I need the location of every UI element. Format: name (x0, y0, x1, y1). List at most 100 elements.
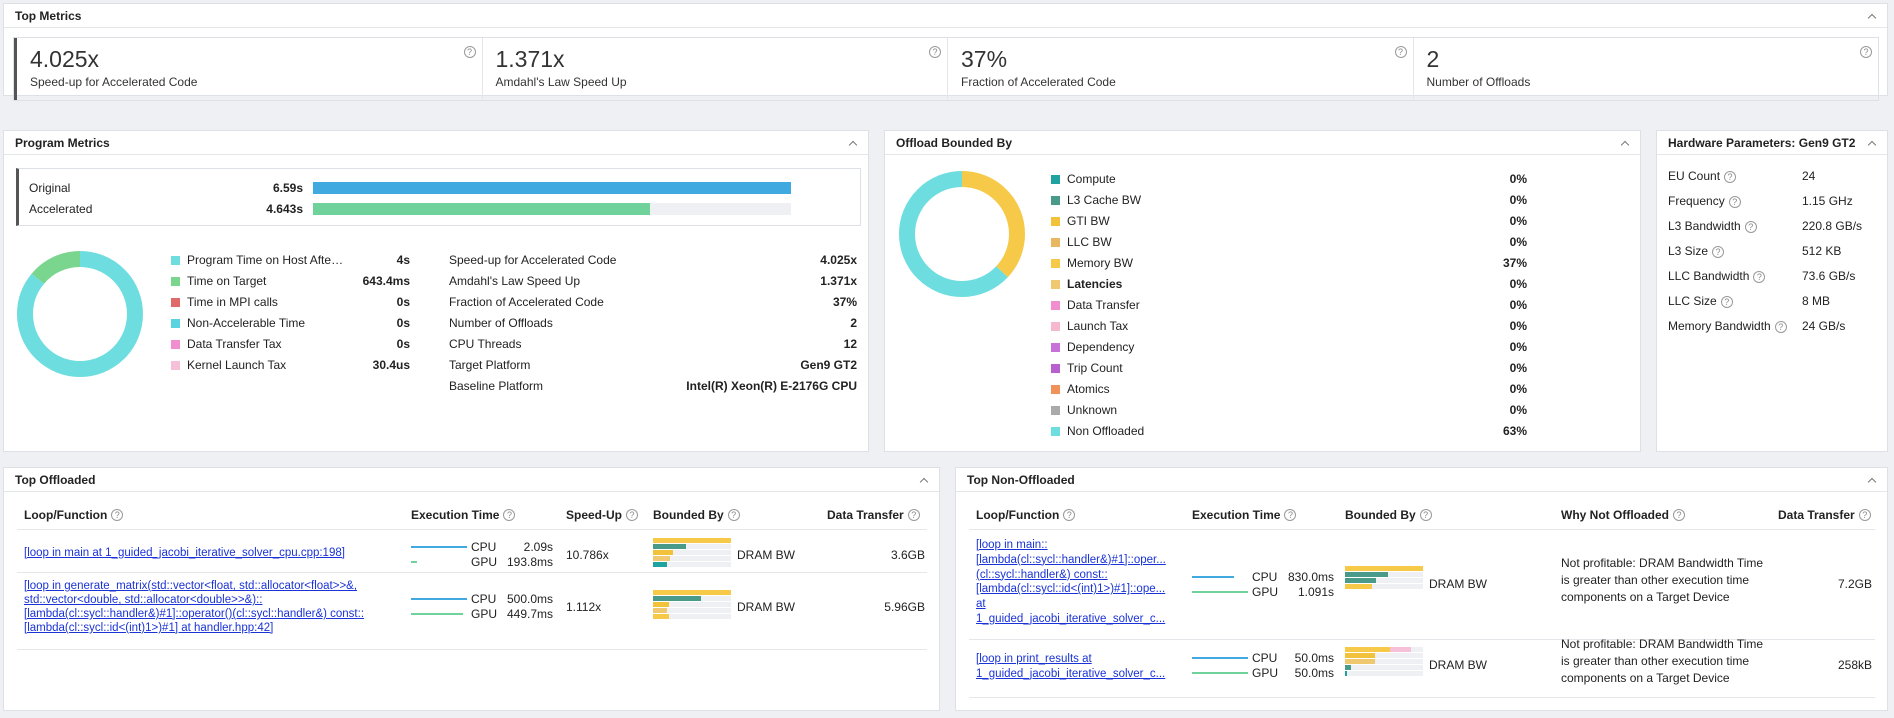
stat-row: Number of Offloads 2 (449, 315, 857, 331)
platform-label: CPU (1252, 570, 1278, 584)
help-icon[interactable]: ? (463, 46, 476, 58)
legend-swatch (1051, 363, 1060, 373)
stat-label: Fraction of Accelerated Code (449, 295, 604, 309)
collapse-chevron-icon[interactable] (848, 138, 858, 148)
bounded-item: Compute 0% (1051, 171, 1527, 187)
col-header-speedup[interactable]: Speed-Up? (566, 507, 639, 523)
legend-value: 0s (396, 316, 410, 330)
loop-function-link[interactable]: [loop in generate_matrix(std::vector<flo… (24, 579, 404, 635)
help-icon[interactable]: ? (1744, 220, 1757, 233)
legend-swatch (1051, 405, 1060, 415)
data-transfer-value: 258kB (1837, 658, 1872, 672)
legend-swatch (171, 297, 180, 307)
offload-bounded-panel: Offload Bounded By Compute 0% L3 Cache BW 0… (884, 130, 1641, 452)
hw-param-row: LLC Size? 8 MB (1668, 293, 1882, 309)
exec-time-gpu: GPU 1.091s (1192, 585, 1334, 599)
bounded-value: 0% (1509, 361, 1527, 375)
time-bar (1192, 657, 1248, 659)
bounded-label: L3 Cache BW (1067, 193, 1142, 207)
help-icon[interactable]: ? (1419, 509, 1432, 521)
hw-param-value: 73.6 GB/s (1802, 269, 1856, 283)
metric-card-amdahl: 1.371x Amdahl's Law Speed Up? (481, 38, 948, 100)
stat-label: Baseline Platform (449, 379, 544, 393)
bounded-item: Atomics 0% (1051, 381, 1527, 397)
bounded-value: 0% (1509, 382, 1527, 396)
help-icon[interactable]: ? (1728, 195, 1741, 208)
help-icon[interactable]: ? (1860, 46, 1872, 58)
col-header-loop[interactable]: Loop/Function? (976, 507, 1076, 523)
help-icon[interactable]: ? (727, 509, 740, 521)
loop-function-link[interactable]: [loop in print_results at 1_guided_jacobi… (976, 652, 1181, 682)
col-header-why[interactable]: Why Not Offloaded? (1561, 507, 1685, 523)
help-icon[interactable]: ? (1712, 245, 1725, 258)
legend-value: 643.4ms (362, 274, 410, 288)
stat-row: Baseline Platform Intel(R) Xeon(R) E-2176… (449, 378, 857, 394)
stat-row: Fraction of Accelerated Code 37% (449, 294, 857, 310)
help-icon[interactable]: ? (503, 509, 516, 521)
col-header-bounded[interactable]: Bounded By? (1345, 507, 1432, 523)
stat-label: Number of Offloads (449, 316, 553, 330)
offload-bounded-donut (899, 171, 1025, 297)
bounded-by-bars (653, 590, 731, 620)
help-icon[interactable]: ? (1720, 295, 1733, 308)
col-header-bounded[interactable]: Bounded By? (653, 507, 740, 523)
help-icon[interactable]: ? (111, 509, 124, 521)
program-time-donut (17, 251, 143, 377)
collapse-chevron-icon[interactable] (1620, 138, 1630, 148)
help-icon[interactable]: ? (1284, 509, 1297, 521)
stat-value: Gen9 GT2 (800, 358, 857, 372)
legend-item: Program Time on Host After A... 4s (171, 252, 410, 268)
hw-param-value: 1.15 GHz (1802, 194, 1853, 208)
collapse-chevron-icon[interactable] (919, 475, 929, 485)
loop-function-link[interactable]: [loop in main at 1_guided_jacobi_iterati… (24, 546, 404, 560)
hw-param-label: L3 Bandwidth? (1668, 219, 1802, 233)
help-icon[interactable]: ? (1673, 509, 1685, 521)
hw-param-value: 512 KB (1802, 244, 1842, 258)
time-value: 50.0ms (1294, 666, 1334, 680)
help-icon[interactable]: ? (1858, 509, 1871, 521)
hw-param-label: EU Count? (1668, 169, 1802, 183)
loop-function-link[interactable]: [loop in main:: [lambda(cl::sycl::handler… (976, 538, 1181, 627)
bounded-value: 0% (1509, 277, 1527, 291)
metric-card-fraction: 37% Fraction of Accelerated Code? (947, 38, 1413, 100)
help-icon[interactable]: ? (626, 509, 639, 521)
data-transfer-value: 7.2GB (1837, 577, 1872, 591)
top-offloaded-panel: Top Offloaded Loop/Function? Execution T… (3, 467, 940, 711)
collapse-chevron-icon[interactable] (1867, 138, 1877, 148)
help-icon[interactable]: ? (1724, 170, 1737, 183)
bounded-item: Trip Count 0% (1051, 360, 1527, 376)
hw-param-value: 24 (1802, 169, 1816, 183)
col-header-exec-time[interactable]: Execution Time? (411, 507, 516, 523)
legend-swatch (1051, 300, 1060, 310)
collapse-chevron-icon[interactable] (1867, 475, 1877, 485)
bounded-item: Data Transfer 0% (1051, 297, 1527, 313)
time-bar (411, 561, 417, 563)
time-bar (411, 546, 467, 548)
help-icon[interactable]: ? (1063, 509, 1076, 521)
stat-row: Target Platform Gen9 GT2 (449, 357, 857, 373)
bounded-item: LLC BW 0% (1051, 234, 1527, 250)
col-header-transfer[interactable]: Data Transfer? (1778, 507, 1871, 523)
help-icon[interactable]: ? (1774, 320, 1787, 333)
help-icon[interactable]: ? (929, 46, 941, 58)
stat-row: CPU Threads 12 (449, 336, 857, 352)
metric-label: Amdahl's Law Speed Up (495, 75, 627, 89)
help-icon[interactable]: ? (1394, 46, 1407, 58)
help-icon[interactable]: ? (1753, 270, 1766, 283)
exec-time-gpu: GPU 50.0ms (1192, 666, 1334, 680)
exec-time-gpu: GPU 193.8ms (411, 555, 553, 569)
bounded-by-bars (1345, 566, 1423, 590)
top-metrics-panel: Top Metrics 4.025x Speed-up for Accelerat… (3, 3, 1888, 101)
col-header-exec-time[interactable]: Execution Time? (1192, 507, 1297, 523)
platform-label: CPU (471, 592, 497, 606)
col-header-loop[interactable]: Loop/Function? (24, 507, 124, 523)
help-icon[interactable]: ? (907, 509, 920, 521)
stat-label: CPU Threads (449, 337, 522, 351)
col-header-transfer[interactable]: Data Transfer? (827, 507, 920, 523)
bounded-label: Launch Tax (1067, 319, 1129, 333)
time-bar (411, 598, 467, 600)
data-transfer-value: 3.6GB (890, 548, 925, 562)
legend-value: 0s (396, 337, 410, 351)
collapse-chevron-icon[interactable] (1867, 11, 1877, 21)
bounded-value: 0% (1509, 214, 1527, 228)
